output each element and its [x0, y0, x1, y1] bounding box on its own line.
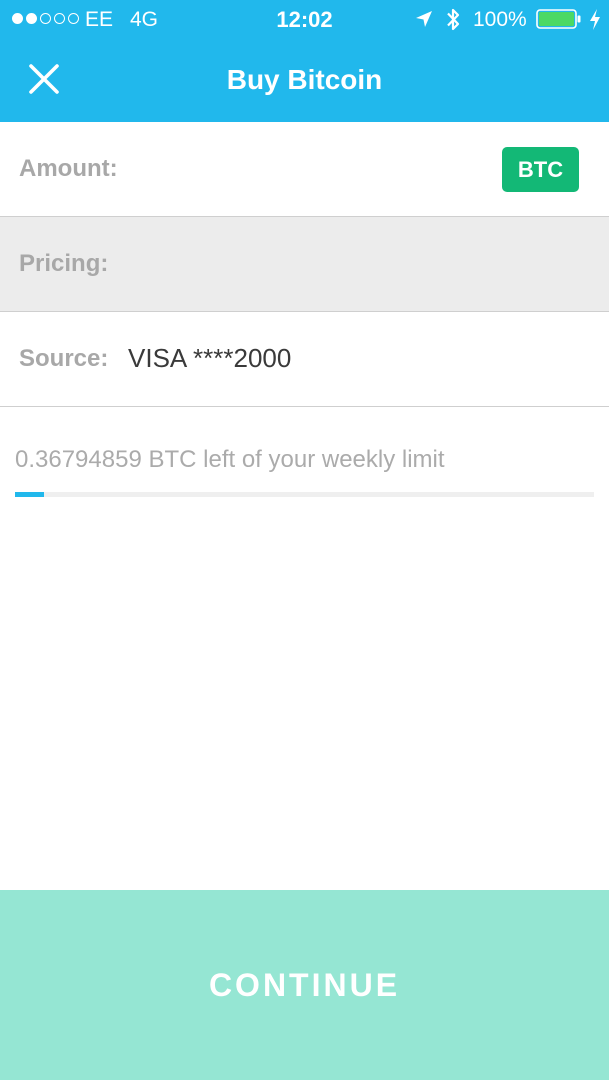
- bluetooth-icon: [447, 8, 460, 31]
- currency-toggle-button[interactable]: BTC: [502, 147, 579, 192]
- amount-label: Amount:: [19, 155, 118, 182]
- battery-icon: [536, 9, 581, 29]
- nav-bar: Buy Bitcoin: [0, 40, 609, 122]
- pricing-label: Pricing:: [19, 250, 109, 277]
- location-arrow-icon: [416, 11, 432, 27]
- continue-button[interactable]: CONTINUE: [0, 890, 609, 1080]
- buy-bitcoin-screen: EE 4G 12:02 100% Buy Bitcoin Amount: BTC…: [0, 0, 609, 1080]
- weekly-limit-progress: [15, 492, 594, 497]
- weekly-limit-text: 0.36794859 BTC left of your weekly limit: [15, 446, 445, 473]
- amount-row: Amount: BTC: [0, 122, 609, 217]
- page-title: Buy Bitcoin: [226, 64, 383, 95]
- source-label: Source:: [19, 345, 109, 372]
- header: EE 4G 12:02 100% Buy Bitcoin: [0, 0, 609, 122]
- pricing-row: Pricing:: [0, 217, 609, 312]
- amount-input[interactable]: [140, 144, 484, 196]
- payment-source-value[interactable]: VISA ****2000: [128, 343, 291, 374]
- source-row[interactable]: Source: VISA ****2000: [0, 312, 609, 407]
- charging-bolt-icon: [590, 9, 600, 30]
- status-bar: EE 4G 12:02 100%: [0, 0, 609, 40]
- weekly-limit-progress-fill: [15, 492, 44, 497]
- battery-percent: 100%: [473, 8, 527, 31]
